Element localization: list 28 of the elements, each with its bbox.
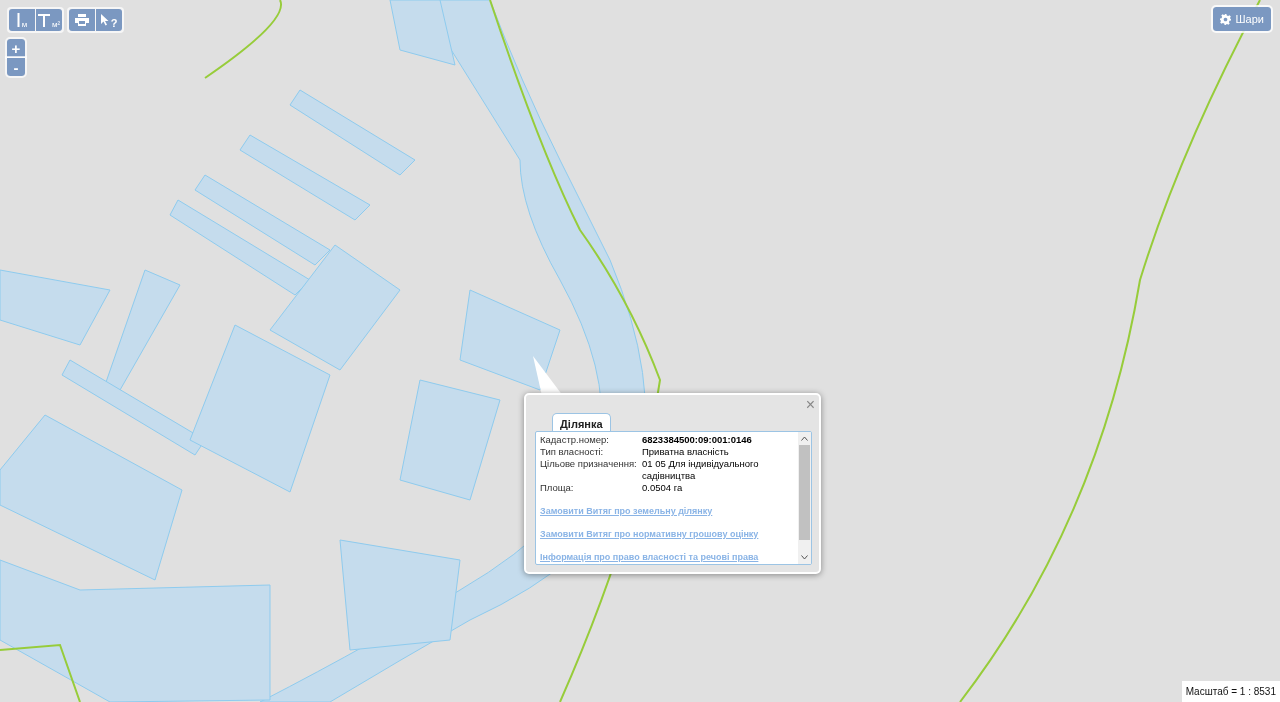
print-button[interactable] (69, 9, 95, 31)
measure-length-button[interactable]: м (9, 9, 35, 31)
field-value: 01 05 Для індивідуального садівництва (642, 458, 760, 482)
zoom-in-button[interactable]: + (7, 39, 25, 57)
link[interactable]: Замовити Витяг про земельну ділянку (540, 505, 713, 517)
close-button[interactable]: × (805, 397, 815, 413)
scale-label: Масштаб = 1 : 8531 (1181, 681, 1280, 702)
field-label: Площа: (540, 482, 575, 494)
field-label: Цільове призначення: (540, 458, 638, 471)
layers-button[interactable]: Шари (1212, 7, 1271, 31)
identify-button[interactable]: ? (96, 9, 122, 31)
link[interactable]: Інформація про право власності та речові права (540, 551, 759, 563)
field-value: Приватна власність (642, 446, 730, 458)
zoom-out-button[interactable]: - (7, 58, 25, 76)
field-value: 0.0504 га (642, 482, 684, 494)
field-label: Тип власності: (540, 446, 605, 458)
gear-icon (1219, 13, 1231, 25)
field-label: Кадастр.номер: (540, 434, 610, 446)
scrollbar[interactable] (798, 432, 811, 564)
scroll-up-icon[interactable] (801, 436, 808, 441)
scrollbar-thumb[interactable] (799, 445, 810, 540)
ruler-line-icon (16, 13, 20, 27)
scroll-down-icon[interactable] (801, 555, 808, 560)
printer-icon (75, 14, 89, 26)
field-value: 6823384500:09:001:0146 (642, 434, 753, 446)
measure-area-button[interactable]: м² (36, 9, 62, 31)
cursor-icon (100, 14, 109, 26)
link[interactable]: Замовити Витяг про нормативну грошову оцінку (540, 528, 759, 540)
